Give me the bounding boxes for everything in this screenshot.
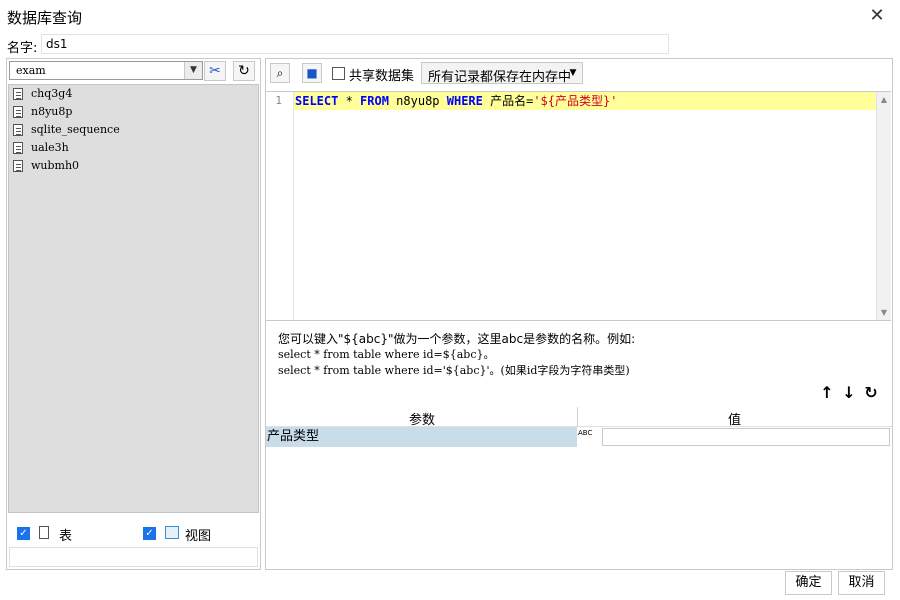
chevron-down-icon: ▼ [184,62,202,79]
sql-line[interactable]: SELECT * FROM n8yu8p WHERE 产品名='${产品类型}' [294,92,876,110]
memory-mode-value: 所有记录都保存在内存中 [428,70,572,85]
title-bar: 数据库查询 ✕ [0,0,900,32]
param-name: 产品类型 [266,427,577,447]
views-checkbox-label: 视图 [185,529,212,544]
table-icon [13,142,23,154]
list-item[interactable]: uale3h [9,139,258,157]
parameter-table: 参数 值 产品类型 ABC [266,407,892,447]
view-icon [165,526,179,539]
value-column-header: 值 [728,413,742,428]
hint-line: select * from table where id='${abc}'。(如… [278,364,630,377]
name-input[interactable]: ds1 [41,34,669,54]
filter-checkboxes: ✓ 表 ✓ 视图 [15,524,255,544]
table-icon [39,526,49,539]
hint-line: select * from table where id=${abc}。 [278,348,495,361]
string-type-icon[interactable]: ABC [578,427,600,447]
refresh-icon: ↻ [238,63,250,79]
hint-line: 您可以键入"${abc}"做为一个参数，这里abc是参数的名称。例如: [278,332,636,346]
window-title: 数据库查询 [7,9,83,27]
tables-checkbox[interactable]: ✓ [17,527,30,540]
tables-checkbox-label: 表 [59,529,73,544]
table-header: 参数 值 [266,407,892,428]
sql-editor[interactable]: 1 SELECT * FROM n8yu8p WHERE 产品名='${产品类型… [266,91,891,321]
list-item[interactable]: n8yu8p [9,103,258,121]
refresh-button[interactable]: ↻ [233,61,255,81]
views-checkbox[interactable]: ✓ [143,527,156,540]
list-item[interactable]: sqlite_sequence [9,121,258,139]
left-panel: exam ▼ ✂ ↻ chq3g4 n8yu8p sqlite_sequence… [6,58,261,570]
share-dataset-label: 共享数据集 [349,69,415,84]
list-item[interactable]: chq3g4 [9,85,258,103]
memory-mode-select[interactable]: 所有记录都保存在内存中 ▼ [421,62,583,85]
table-row[interactable]: 产品类型 ABC [266,427,892,447]
database-select[interactable]: exam ▼ [9,61,203,80]
parameter-hint: 您可以键入"${abc}"做为一个参数，这里abc是参数的名称。例如: sele… [278,331,635,379]
editor-toolbar: ⌕ ■ 共享数据集 所有记录都保存在内存中 ▼ [266,59,892,87]
refresh-icon[interactable]: ↻ [860,383,882,402]
preview-icon: ⌕ [276,66,284,80]
ok-button[interactable]: 确定 [785,571,832,595]
close-icon: ✕ [869,5,885,26]
save-icon: ■ [306,66,318,80]
table-icon [13,88,23,100]
param-value-input[interactable] [602,428,890,446]
line-number: 1 [275,94,282,107]
save-query-button[interactable]: ■ [302,63,322,83]
preview-button[interactable]: ⌕ [270,63,290,83]
line-gutter: 1 [266,92,294,320]
arrow-down-icon[interactable]: ↓ [838,383,860,402]
editor-scrollbar[interactable]: ▲ ▼ [876,92,891,320]
table-icon [13,106,23,118]
cancel-button[interactable]: 取消 [838,571,885,595]
scroll-down-icon[interactable]: ▼ [877,305,891,320]
name-label: 名字: [7,41,38,56]
right-panel: ⌕ ■ 共享数据集 所有记录都保存在内存中 ▼ 1 SELECT * FROM … [265,58,893,570]
share-dataset-checkbox[interactable] [332,67,345,80]
scroll-up-icon[interactable]: ▲ [877,92,891,107]
name-row: 名字: ds1 [0,33,900,56]
param-column-header: 参数 [409,413,436,428]
arrow-up-icon[interactable]: ↑ [816,383,838,402]
list-item[interactable]: wubmh0 [9,157,258,175]
connection-settings-button[interactable]: ✂ [204,61,226,81]
close-button[interactable]: ✕ [854,0,900,32]
database-value: exam [16,64,46,77]
filter-input[interactable] [9,547,258,567]
table-list: chq3g4 n8yu8p sqlite_sequence uale3h wub… [8,84,259,513]
param-actions: ↑ ↓ ↻ [816,383,886,403]
table-icon [13,124,23,136]
chevron-down-icon: ▼ [569,68,577,78]
table-icon [13,160,23,172]
tools-icon: ✂ [209,63,221,79]
